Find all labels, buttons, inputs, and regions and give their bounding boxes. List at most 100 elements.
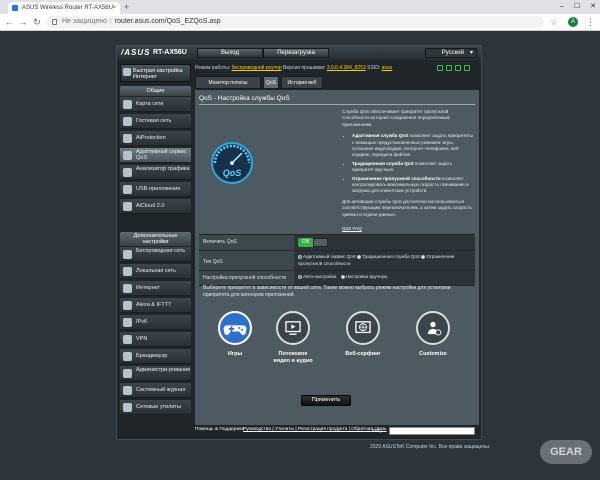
sidebar-item-label: Администри-рование [136,367,191,373]
mode-web-surfing[interactable]: Веб-серфинг [343,311,383,358]
media-icon [276,311,310,345]
sidebar-item-advanced-9[interactable]: Сетевые утилиты [120,400,191,415]
gamepad-icon [218,311,252,345]
usb-status-icon[interactable] [446,65,452,71]
toggle-knob [314,239,327,246]
maximize-button[interactable]: ☐ [574,0,580,14]
browser-tab[interactable]: ASUS Wireless Router RT-AX56U × [8,2,120,14]
radio-auto-label: Авто-настройка [303,274,337,279]
bookmark-star-icon[interactable]: ☆ [550,17,558,27]
bandwidth-label: Настройка пропускной способности [199,271,294,285]
sidebar-item-general-5[interactable]: USB-приложение [120,182,191,197]
window-controls: – ☐ ✕ [560,0,596,14]
sidebar-item-label: Интернет [136,285,160,291]
sidebar-item-general-1[interactable]: Гостевая сеть [120,114,191,129]
minimize-button[interactable]: – [560,0,564,14]
sidebar-item-general-2[interactable]: AiProtection [120,131,191,146]
language-select[interactable]: Русский ▾ [425,48,477,58]
help-support-link[interactable]: Помощь & Поддержка [195,427,244,432]
close-tab-icon[interactable]: × [112,2,116,14]
logout-button[interactable]: Выход [197,48,263,58]
sidebar-item-advanced-7[interactable]: Администри-рование [120,366,191,381]
tab-qos[interactable]: QoS [263,76,279,89]
mode-streaming[interactable]: Потоковое видео и аудио [273,311,313,364]
general-header: Общие [120,86,191,96]
quick-setup-button[interactable]: Быстрая настройка Интернет [120,64,191,82]
bandwidth-options: Авто-настройка Настройка вручную [294,271,475,285]
sidebar-item-advanced-0[interactable]: Беспроводная сеть [120,247,191,262]
mode-customize[interactable]: Customize [413,311,453,358]
share-status-icon[interactable] [464,65,470,71]
customize-icon [416,311,450,345]
sidebar-item-advanced-3[interactable]: Alexa & IFTTT [120,298,191,313]
sidebar-item-advanced-1[interactable]: Локальная сеть [120,264,191,279]
sidebar-item-advanced-6[interactable]: Брандмауэр [120,349,191,364]
security-label: Не защищено [62,18,107,25]
intro-text: Служба QoS обеспечивает приоритет пропус… [342,109,450,127]
mode-link[interactable]: беспроводной роутер [232,65,282,71]
apply-button[interactable]: Применить [301,395,351,406]
mode-streaming-label: Потоковое видео и аудио [273,351,313,364]
sidebar-item-general-6[interactable]: AiCloud 2.0 [120,199,191,214]
sidebar-item-advanced-4[interactable]: IPv6 [120,315,191,330]
admin-icon [123,369,132,378]
reload-icon[interactable]: ↻ [32,17,42,27]
sidebar-item-label: Системный журнал [136,387,186,393]
mode-customize-label: Customize [419,351,447,357]
sidebar-item-label: Адаптивный сервис QoS [136,149,187,161]
router-footer: Помощь & Поддержка Руководство | Утилиты… [195,427,479,437]
browser-menu-icon[interactable]: ⋮ [586,17,595,27]
qos-type-options: Адаптивный сервис QoS Традиционная служб… [294,251,475,270]
address-bar: ← → ↻ Не защищено | router.asus.com/QoS_EZ… [0,14,600,31]
radio-traditional-label: Традиционная служба QoS [362,254,421,259]
tools-icon [123,403,132,412]
sidebar-item-general-0[interactable]: Карта сети [120,97,191,112]
qos-settings-table: Включить QoS ON Тип QoS Адаптивный серви… [199,234,475,286]
back-icon[interactable]: ← [4,17,14,27]
wifi-status-icon[interactable] [455,65,461,71]
close-window-button[interactable]: ✕ [590,0,596,14]
mode-games[interactable]: Игры [215,311,255,358]
forward-icon[interactable]: → [18,17,28,27]
reboot-button[interactable]: Перезагрузка [263,48,329,58]
info-icon[interactable] [52,19,57,25]
radio-auto[interactable] [298,274,302,279]
mode-label: Режим работы: [195,65,231,71]
sidebar-item-label: USB-приложение [136,186,181,192]
radio-bandwidth-limit[interactable] [421,254,426,259]
ssid-link[interactable]: asus [382,65,393,71]
wizard-icon [123,68,131,76]
sidebar-item-general-4[interactable]: Анализатор трафика [120,165,191,180]
enable-qos-toggle[interactable]: ON [298,238,328,247]
url-text: router.asus.com/QoS_EZQoS.asp [114,18,221,25]
tab-bandwidth-monitor[interactable]: Монитор полосы пропускания [195,76,261,98]
qos-icon [123,151,132,160]
network-map-icon [123,100,132,109]
radio-adaptive[interactable] [298,254,302,259]
tab-web-history[interactable]: История веб [281,76,323,89]
faq-search-input[interactable] [389,427,475,435]
sidebar-item-advanced-2[interactable]: Интернет [120,281,191,296]
note-text: Для активации службы QoS достаточно восп… [342,198,472,217]
radio-traditional[interactable] [357,254,362,259]
qos-faq-link[interactable]: QoS FAQ [342,226,474,232]
fw-link[interactable]: 3.0.0.4.384_8253 [327,65,366,71]
new-tab-button[interactable]: + [124,2,129,13]
sidebar-item-label: IPv6 [136,319,148,325]
gauge-text: QoS [223,168,242,178]
sidebar-item-advanced-5[interactable]: VPN [120,332,191,347]
globe-icon [346,311,380,345]
sidebar-item-general-3[interactable]: Адаптивный сервис QoS [120,148,191,163]
footer-links[interactable]: Руководство | Утилиты | Регистрация прод… [243,427,387,432]
radio-manual[interactable] [340,274,345,279]
link-status-icon[interactable] [437,65,443,71]
guest-network-icon [123,117,132,126]
sidebar-item-advanced-8[interactable]: Системный журнал [120,383,191,398]
tab-title: ASUS Wireless Router RT-AX56U [22,5,113,11]
url-field[interactable]: Не защищено | router.asus.com/QoS_EZQoS.as… [46,16,544,28]
profile-avatar[interactable]: A [568,17,578,27]
cloud-icon [123,202,132,211]
toggle-on-label: ON [298,238,313,247]
priority-prompt: Выберите приоритет в зависимости от ваше… [203,285,451,298]
favicon-icon [12,5,18,11]
